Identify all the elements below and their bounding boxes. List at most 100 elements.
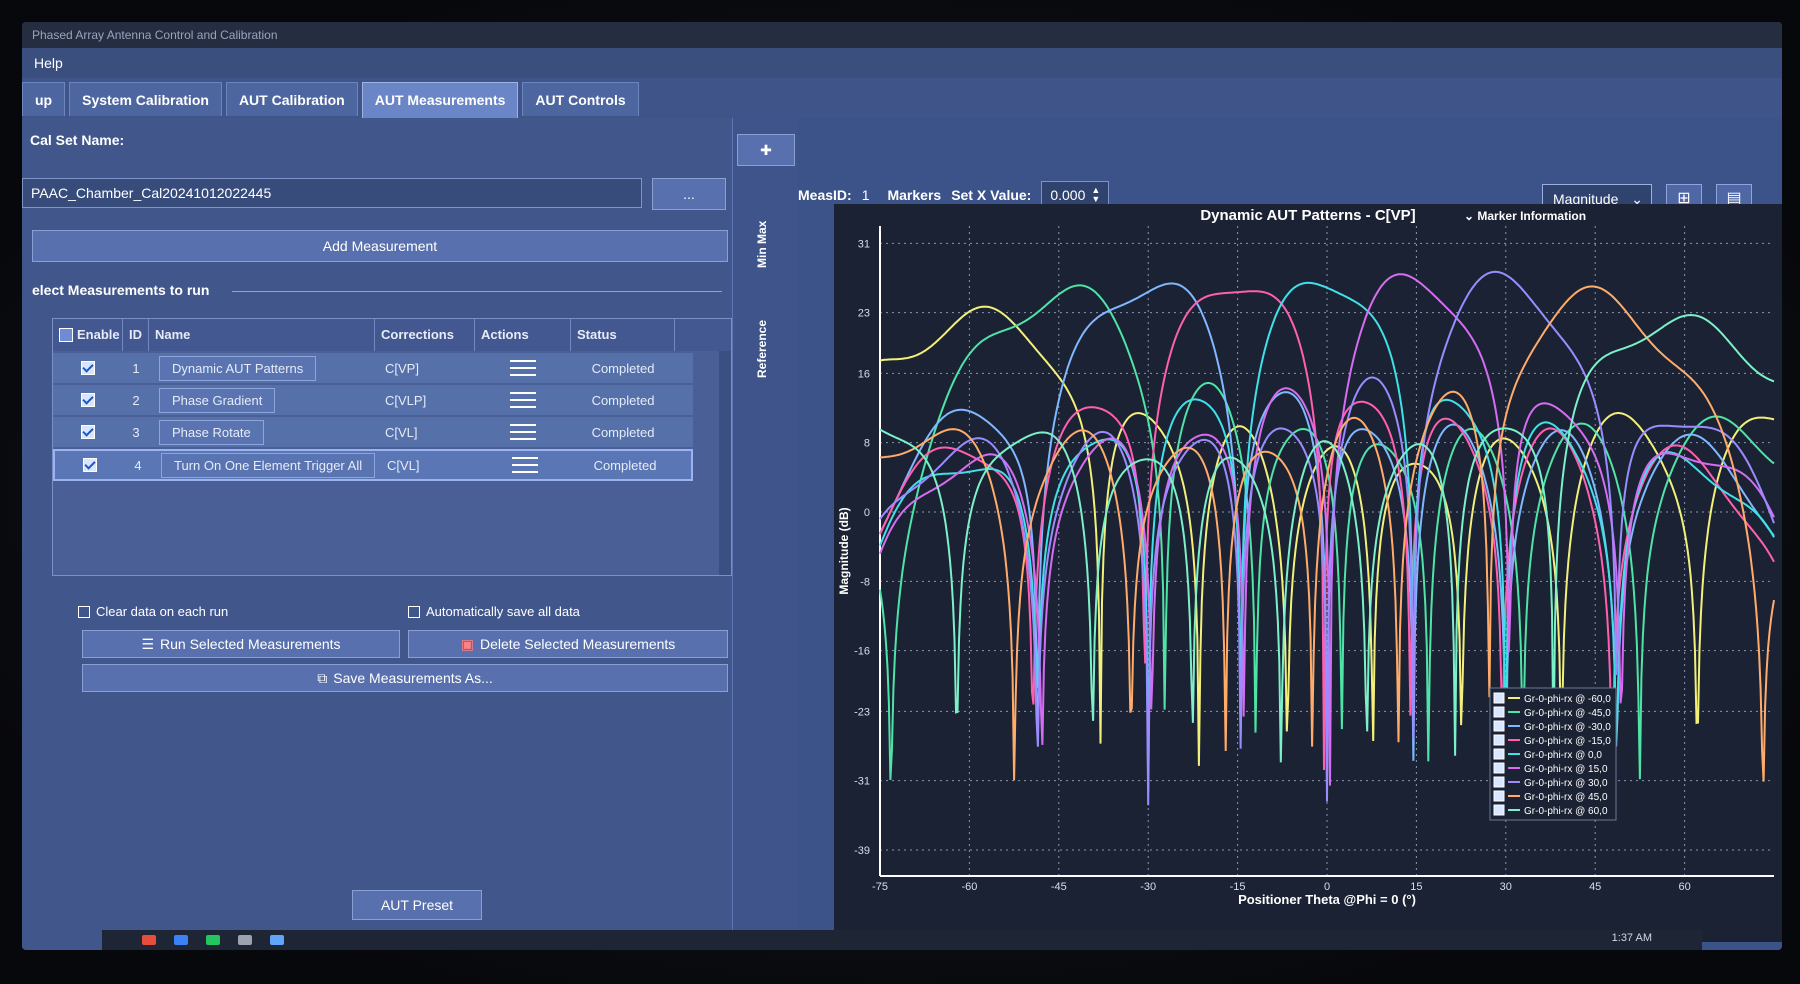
row-status: Completed: [593, 457, 657, 473]
legend-checkbox[interactable]: [1493, 762, 1505, 774]
x-tick-label: -75: [872, 881, 888, 893]
menu-icon[interactable]: [512, 456, 538, 474]
chart-title: Dynamic AUT Patterns - C[VP]: [1200, 207, 1415, 224]
enable-checkbox[interactable]: [81, 361, 95, 375]
pattern-chart[interactable]: Dynamic AUT Patterns - C[VP] ⌄ Marker Inf…: [834, 204, 1782, 942]
markers-button[interactable]: Markers: [887, 187, 941, 203]
col-enable[interactable]: Enable: [53, 319, 123, 351]
legend-checkbox[interactable]: [1493, 734, 1505, 746]
enable-checkbox[interactable]: [83, 458, 97, 472]
run-selected-label: Run Selected Measurements: [160, 636, 341, 652]
run-selected-button[interactable]: ☰ Run Selected Measurements: [82, 630, 400, 658]
row-name: Phase Gradient: [159, 387, 276, 413]
y-tick-label: -16: [854, 646, 870, 658]
col-name[interactable]: Name: [149, 319, 375, 351]
save-copy-icon: ⧉: [317, 670, 328, 686]
menu-icon[interactable]: [510, 423, 536, 441]
row-name: Phase Rotate: [159, 419, 264, 445]
legend-label: Gr-0-phi-rx @ 60,0: [1524, 806, 1608, 817]
tab-aut-calibration[interactable]: AUT Calibration: [225, 82, 358, 116]
legend-label: Gr-0-phi-rx @ 30,0: [1524, 778, 1608, 789]
row-id: 2: [132, 392, 140, 408]
clear-data-checkbox[interactable]: [78, 605, 90, 618]
auto-save-option[interactable]: Automatically save all data: [408, 604, 580, 619]
taskbar-app-icon[interactable]: [206, 935, 220, 945]
table-header: Enable ID Name Corrections Actions Statu…: [53, 319, 731, 351]
cal-set-field[interactable]: PAAC_Chamber_Cal20241012022445: [22, 178, 642, 208]
row-id: 1: [132, 360, 140, 376]
col-enable-label: Enable: [77, 327, 120, 342]
tab-system-calibration[interactable]: System Calibration: [69, 82, 222, 116]
legend-checkbox[interactable]: [1493, 706, 1505, 718]
col-status[interactable]: Status: [571, 319, 675, 351]
enable-checkbox[interactable]: [81, 425, 95, 439]
legend-label: Gr-0-phi-rx @ -60,0: [1524, 694, 1611, 705]
tab-aut-controls[interactable]: AUT Controls: [522, 82, 639, 116]
plot-pane: MeasID: 1 Markers Set X Value: 0.000 ▲ ▼ …: [798, 118, 1782, 950]
y-axis-label: Magnitude (dB): [837, 507, 851, 594]
taskbar-app-icon[interactable]: [270, 935, 284, 945]
measurements-panel: Cal Set Name: PAAC_Chamber_Cal2024101202…: [22, 118, 732, 950]
collapse-icon[interactable]: ✚: [737, 134, 795, 166]
clear-data-label: Clear data on each run: [96, 604, 229, 619]
set-x-value[interactable]: 0.000: [1050, 187, 1085, 203]
row-corrections: C[VL]: [387, 457, 420, 473]
menu-icon[interactable]: [510, 359, 536, 377]
menu-icon[interactable]: [510, 391, 536, 409]
enable-checkbox[interactable]: [81, 393, 95, 407]
legend-checkbox[interactable]: [1493, 804, 1505, 816]
legend-checkbox[interactable]: [1493, 692, 1505, 704]
x-tick-label: 30: [1500, 881, 1512, 893]
meas-id-value: 1: [861, 187, 870, 203]
y-tick-label: 0: [864, 507, 870, 519]
row-corrections: C[VL]: [385, 424, 418, 440]
table-row[interactable]: 3 Phase Rotate C[VL] Completed: [53, 417, 693, 447]
legend-checkbox[interactable]: [1493, 790, 1505, 802]
measurements-table: Enable ID Name Corrections Actions Statu…: [52, 318, 732, 576]
legend-checkbox[interactable]: [1493, 776, 1505, 788]
select-all-checkbox[interactable]: [59, 328, 73, 342]
save-as-button[interactable]: ⧉ Save Measurements As...: [82, 664, 728, 692]
clear-data-option[interactable]: Clear data on each run: [78, 604, 228, 619]
table-row[interactable]: 1 Dynamic AUT Patterns C[VP] Completed: [53, 353, 693, 383]
tab-setup[interactable]: up: [22, 82, 66, 116]
auto-save-checkbox[interactable]: [408, 605, 420, 618]
y-tick-label: 31: [858, 238, 870, 250]
table-scrollbar[interactable]: [719, 351, 731, 575]
marker-info-toggle[interactable]: ⌄ Marker Information: [1464, 209, 1586, 223]
table-row-selected[interactable]: 4 Turn On One Element Trigger All C[VL] …: [53, 449, 693, 481]
taskbar-app-icon[interactable]: [174, 935, 188, 945]
browse-button[interactable]: ...: [652, 178, 726, 210]
legend-checkbox[interactable]: [1493, 720, 1505, 732]
col-id[interactable]: ID: [123, 319, 149, 351]
tab-reference[interactable]: Reference: [755, 320, 769, 378]
col-corrections[interactable]: Corrections: [375, 319, 475, 351]
tab-bar: up System Calibration AUT Calibration AU…: [22, 82, 643, 118]
y-tick-label: -39: [854, 845, 870, 857]
row-corrections: C[VP]: [385, 360, 419, 376]
add-measurement-button[interactable]: Add Measurement: [32, 230, 728, 262]
y-tick-label: 23: [858, 308, 870, 320]
save-as-label: Save Measurements As...: [333, 670, 493, 686]
y-tick-label: 16: [858, 368, 870, 380]
y-tick-label: -31: [854, 776, 870, 788]
col-actions[interactable]: Actions: [475, 319, 571, 351]
taskbar-app-icon[interactable]: [238, 935, 252, 945]
menu-help[interactable]: Help: [34, 55, 63, 71]
tab-min-max[interactable]: Min Max: [755, 221, 769, 268]
tab-aut-measurements[interactable]: AUT Measurements: [361, 82, 519, 118]
spinner-arrows-icon[interactable]: ▲ ▼: [1091, 186, 1100, 204]
app-window: Phased Array Antenna Control and Calibra…: [22, 22, 1782, 950]
y-tick-label: -23: [854, 706, 870, 718]
delete-selected-button[interactable]: ▣ Delete Selected Measurements: [408, 630, 728, 658]
clock: 1:37 AM: [1611, 932, 1652, 944]
legend-checkbox[interactable]: [1493, 748, 1505, 760]
taskbar-app-icon[interactable]: [142, 935, 156, 945]
x-tick-label: -30: [1140, 881, 1156, 893]
x-axis-label: Positioner Theta @Phi = 0 (°): [1238, 892, 1416, 907]
aut-preset-button[interactable]: AUT Preset: [352, 890, 482, 920]
window-title: Phased Array Antenna Control and Calibra…: [22, 22, 1782, 48]
table-row[interactable]: 2 Phase Gradient C[VLP] Completed: [53, 385, 693, 415]
x-tick-label: 45: [1589, 881, 1601, 893]
legend-label: Gr-0-phi-rx @ 15,0: [1524, 764, 1608, 775]
